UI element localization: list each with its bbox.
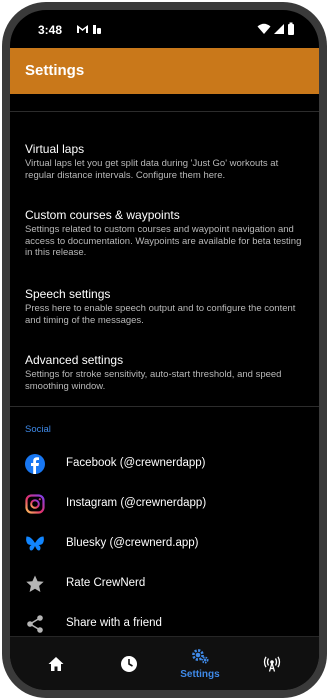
social-label: Facebook (@crewnerdapp) — [66, 457, 206, 469]
social-label: Rate CrewNerd — [66, 577, 146, 589]
battery-icon — [288, 22, 294, 35]
signal-icon — [274, 24, 284, 34]
gmail-icon — [77, 25, 88, 33]
status-bar: 3:48 — [10, 10, 319, 48]
setting-title: Virtual laps — [25, 142, 85, 156]
clock-icon — [121, 656, 137, 672]
social-label: Bluesky (@crewnerd.app) — [66, 537, 199, 549]
star-icon — [26, 575, 44, 592]
setting-title: Speech settings — [25, 287, 111, 301]
social-label: Share with a friend — [66, 617, 162, 629]
bottom-nav: Settings — [10, 636, 319, 690]
phone-frame: 3:48 Settings Virtual laps Virtual laps … — [2, 2, 327, 698]
setting-speech[interactable]: Speech settings Press here to enable spe… — [25, 287, 310, 326]
bluesky-icon — [26, 536, 44, 551]
share-icon — [27, 615, 43, 633]
divider — [10, 406, 319, 407]
settings-list[interactable]: Virtual laps Virtual laps let you get sp… — [10, 94, 319, 636]
gears-icon — [192, 649, 209, 664]
social-item-rate[interactable]: Rate CrewNerd — [10, 566, 319, 602]
setting-title: Advanced settings — [25, 353, 124, 367]
app-bar: Settings — [10, 48, 319, 94]
nav-history[interactable] — [94, 637, 164, 690]
social-item-facebook[interactable]: Facebook (@crewnerdapp) — [10, 446, 319, 482]
setting-virtual-laps[interactable]: Virtual laps Virtual laps let you get sp… — [25, 142, 310, 181]
setting-custom-courses[interactable]: Custom courses & waypoints Settings rela… — [25, 208, 310, 259]
instagram-icon — [25, 494, 45, 514]
social-item-bluesky[interactable]: Bluesky (@crewnerd.app) — [10, 526, 319, 562]
nav-home[interactable] — [21, 637, 91, 690]
setting-description: Settings for stroke sensitivity, auto-st… — [25, 369, 282, 392]
antenna-icon — [263, 656, 281, 672]
screen: 3:48 Settings Virtual laps Virtual laps … — [10, 10, 319, 690]
nav-connections[interactable] — [237, 637, 307, 690]
nav-label: Settings — [180, 669, 220, 680]
home-icon — [48, 657, 64, 671]
setting-description: Virtual laps let you get split data duri… — [25, 158, 279, 181]
wifi-icon — [257, 23, 271, 34]
status-time: 3:48 — [38, 23, 63, 37]
setting-description: Press here to enable speech output and t… — [25, 303, 296, 326]
notification-icon — [93, 25, 101, 34]
facebook-icon — [25, 454, 45, 474]
social-label: Instagram (@crewnerdapp) — [66, 497, 207, 509]
setting-title: Custom courses & waypoints — [25, 208, 180, 222]
page-title: Settings — [25, 62, 85, 79]
setting-description: Settings related to custom courses and w… — [25, 224, 302, 258]
setting-advanced[interactable]: Advanced settings Settings for stroke se… — [25, 353, 310, 392]
social-item-share[interactable]: Share with a friend — [10, 606, 319, 636]
social-section-header: Social — [25, 424, 51, 435]
divider — [10, 111, 319, 112]
nav-settings[interactable]: Settings — [165, 637, 235, 690]
social-item-instagram[interactable]: Instagram (@crewnerdapp) — [10, 486, 319, 522]
